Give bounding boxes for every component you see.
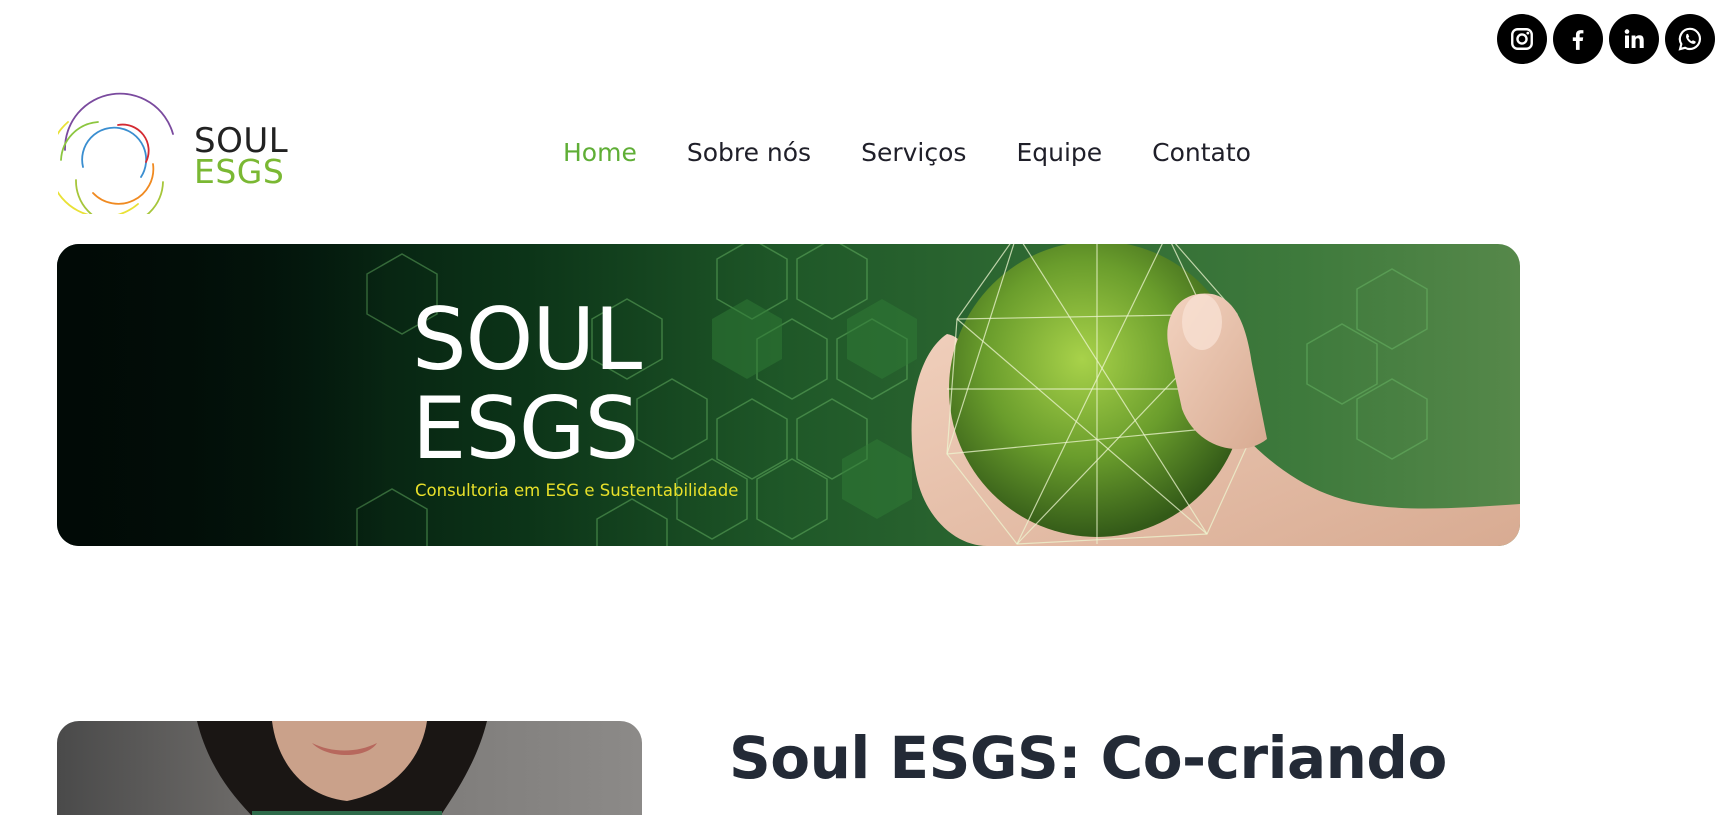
nav-sobre-nos[interactable]: Sobre nós xyxy=(687,136,811,170)
instagram-link[interactable] xyxy=(1497,14,1547,64)
instagram-icon xyxy=(1511,28,1533,50)
linkedin-icon xyxy=(1624,29,1644,48)
social-links xyxy=(1497,14,1715,64)
facebook-icon xyxy=(1572,30,1584,50)
banner-title-esgs: ESGS xyxy=(412,379,638,479)
nav-home[interactable]: Home xyxy=(563,136,637,170)
nav-contato[interactable]: Contato xyxy=(1152,136,1251,170)
banner-title-soul: SOUL xyxy=(412,290,642,390)
banner-artwork: SOUL ESGS xyxy=(57,244,1520,546)
facebook-link[interactable] xyxy=(1553,14,1603,64)
hero-banner: SOUL ESGS Consultoria em ESG e Sustentab… xyxy=(57,244,1520,546)
portrait-photo xyxy=(57,721,642,815)
nav-equipe[interactable]: Equipe xyxy=(1016,136,1102,170)
whatsapp-link[interactable] xyxy=(1665,14,1715,64)
site-logo[interactable]: SOUL ESGS xyxy=(58,92,298,214)
banner-tagline: Consultoria em ESG e Sustentabilidade xyxy=(415,481,739,500)
whatsapp-icon xyxy=(1678,27,1702,51)
main-nav: Home Sobre nós Serviços Equipe Contato xyxy=(563,136,1251,170)
page: SOUL ESGS Home Sobre nós Serviços Equipe… xyxy=(0,0,1720,815)
nav-servicos[interactable]: Serviços xyxy=(861,136,966,170)
page-heading: Soul ESGS: Co-criando xyxy=(729,724,1447,792)
logo-swirl-icon xyxy=(58,92,174,214)
linkedin-link[interactable] xyxy=(1609,14,1659,64)
logo-text-esgs: ESGS xyxy=(194,152,284,191)
